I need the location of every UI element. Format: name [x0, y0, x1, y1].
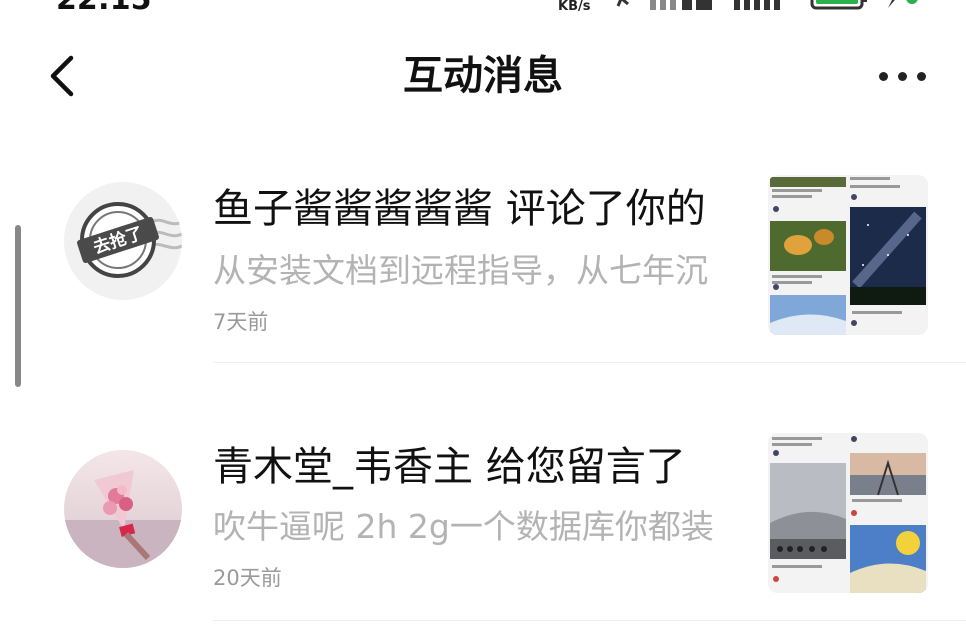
avatar[interactable] [64, 450, 182, 568]
message-title: 青木堂_韦香主 给您留言了 [213, 444, 686, 490]
row-divider [213, 620, 966, 621]
message-preview: 吹牛逼呢 2h 2g一个数据库你都装 [213, 507, 714, 546]
post-thumbnail[interactable] [768, 175, 928, 335]
signal-bars-2-icon [734, 0, 780, 10]
message-time: 20天前 [213, 566, 282, 590]
more-options-button[interactable] [870, 54, 934, 98]
interaction-messages-screen: 22:15 KB/s 互动消息 [0, 0, 966, 644]
status-time: 22:15 [56, 0, 152, 17]
message-preview: 从安装文档到远程指导，从七年沉 [213, 251, 708, 290]
thumbnail-collage-image [768, 433, 928, 593]
avatar[interactable]: 去抢了 [64, 182, 182, 300]
signal-bars-icon [650, 0, 712, 10]
message-time: 7天前 [213, 310, 269, 334]
header-bar: 互动消息 [0, 40, 966, 120]
charging-icon [884, 0, 918, 8]
status-icons [612, 0, 922, 14]
stamp-avatar-image: 去抢了 [64, 182, 182, 300]
status-bar: 22:15 KB/s [0, 0, 966, 18]
row-divider [213, 362, 966, 363]
vibrate-icon [616, 0, 629, 7]
message-item[interactable]: 青木堂_韦香主 给您留言了 吹牛逼呢 2h 2g一个数据库你都装 20天前 [0, 378, 966, 636]
message-title: 鱼子酱酱酱酱酱 评论了你的 [213, 186, 706, 232]
network-speed-unit: KB/s [558, 0, 591, 14]
message-item[interactable]: 去抢了 鱼子酱酱酱酱酱 评论了你的 从安装文档到远程指导，从七年沉 7天前 [0, 120, 966, 378]
battery-icon [810, 0, 867, 10]
thumbnail-collage-image [768, 175, 928, 335]
flower-bouquet-avatar-image [64, 450, 182, 568]
more-dots-icon [878, 71, 926, 81]
post-thumbnail[interactable] [768, 433, 928, 593]
page-title: 互动消息 [403, 53, 563, 99]
